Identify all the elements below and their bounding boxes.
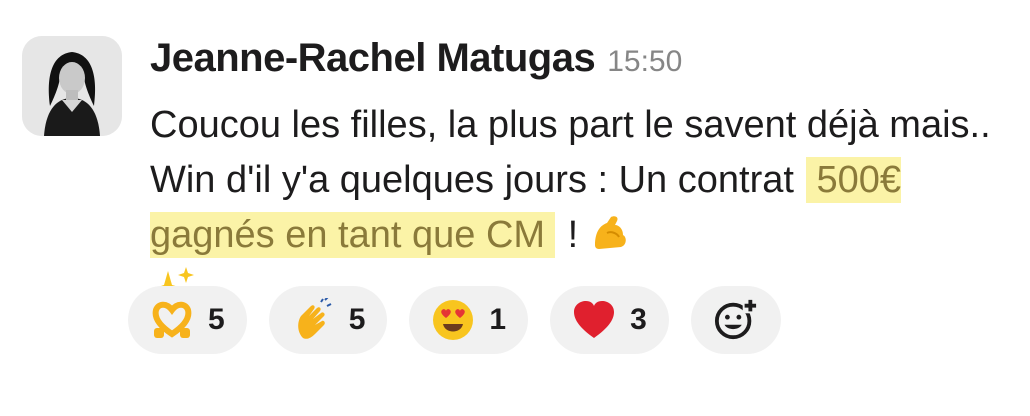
heart-hands-icon bbox=[150, 298, 194, 342]
reaction-heart-hands[interactable]: 5 bbox=[128, 286, 247, 354]
heart-eyes-icon bbox=[431, 298, 475, 342]
timestamp[interactable]: 15:50 bbox=[607, 45, 682, 79]
add-reaction-icon bbox=[714, 298, 758, 342]
message-header: Jeanne-Rachel Matugas 15:50 bbox=[150, 36, 1000, 98]
avatar-photo bbox=[22, 36, 122, 136]
reaction-heart-eyes[interactable]: 1 bbox=[409, 286, 529, 354]
message-text-after: ! bbox=[557, 214, 589, 256]
avatar[interactable] bbox=[22, 36, 122, 136]
reaction-count: 1 bbox=[489, 303, 507, 336]
reactions-bar: 5 5 1 3 bbox=[128, 286, 781, 354]
reaction-red-heart[interactable]: 3 bbox=[550, 286, 669, 354]
reaction-count: 3 bbox=[630, 303, 647, 336]
reaction-clapping-hands[interactable]: 5 bbox=[268, 286, 388, 354]
red-heart-icon bbox=[572, 298, 616, 342]
message-content: Jeanne-Rachel Matugas 15:50 Coucou les f… bbox=[150, 36, 1000, 320]
author-name[interactable]: Jeanne-Rachel Matugas bbox=[150, 36, 596, 81]
add-reaction-button[interactable] bbox=[690, 286, 781, 354]
flexed-biceps-icon bbox=[589, 216, 631, 256]
reaction-count: 5 bbox=[208, 303, 225, 336]
clapping-hands-icon bbox=[291, 298, 335, 342]
reaction-count: 5 bbox=[348, 303, 366, 336]
